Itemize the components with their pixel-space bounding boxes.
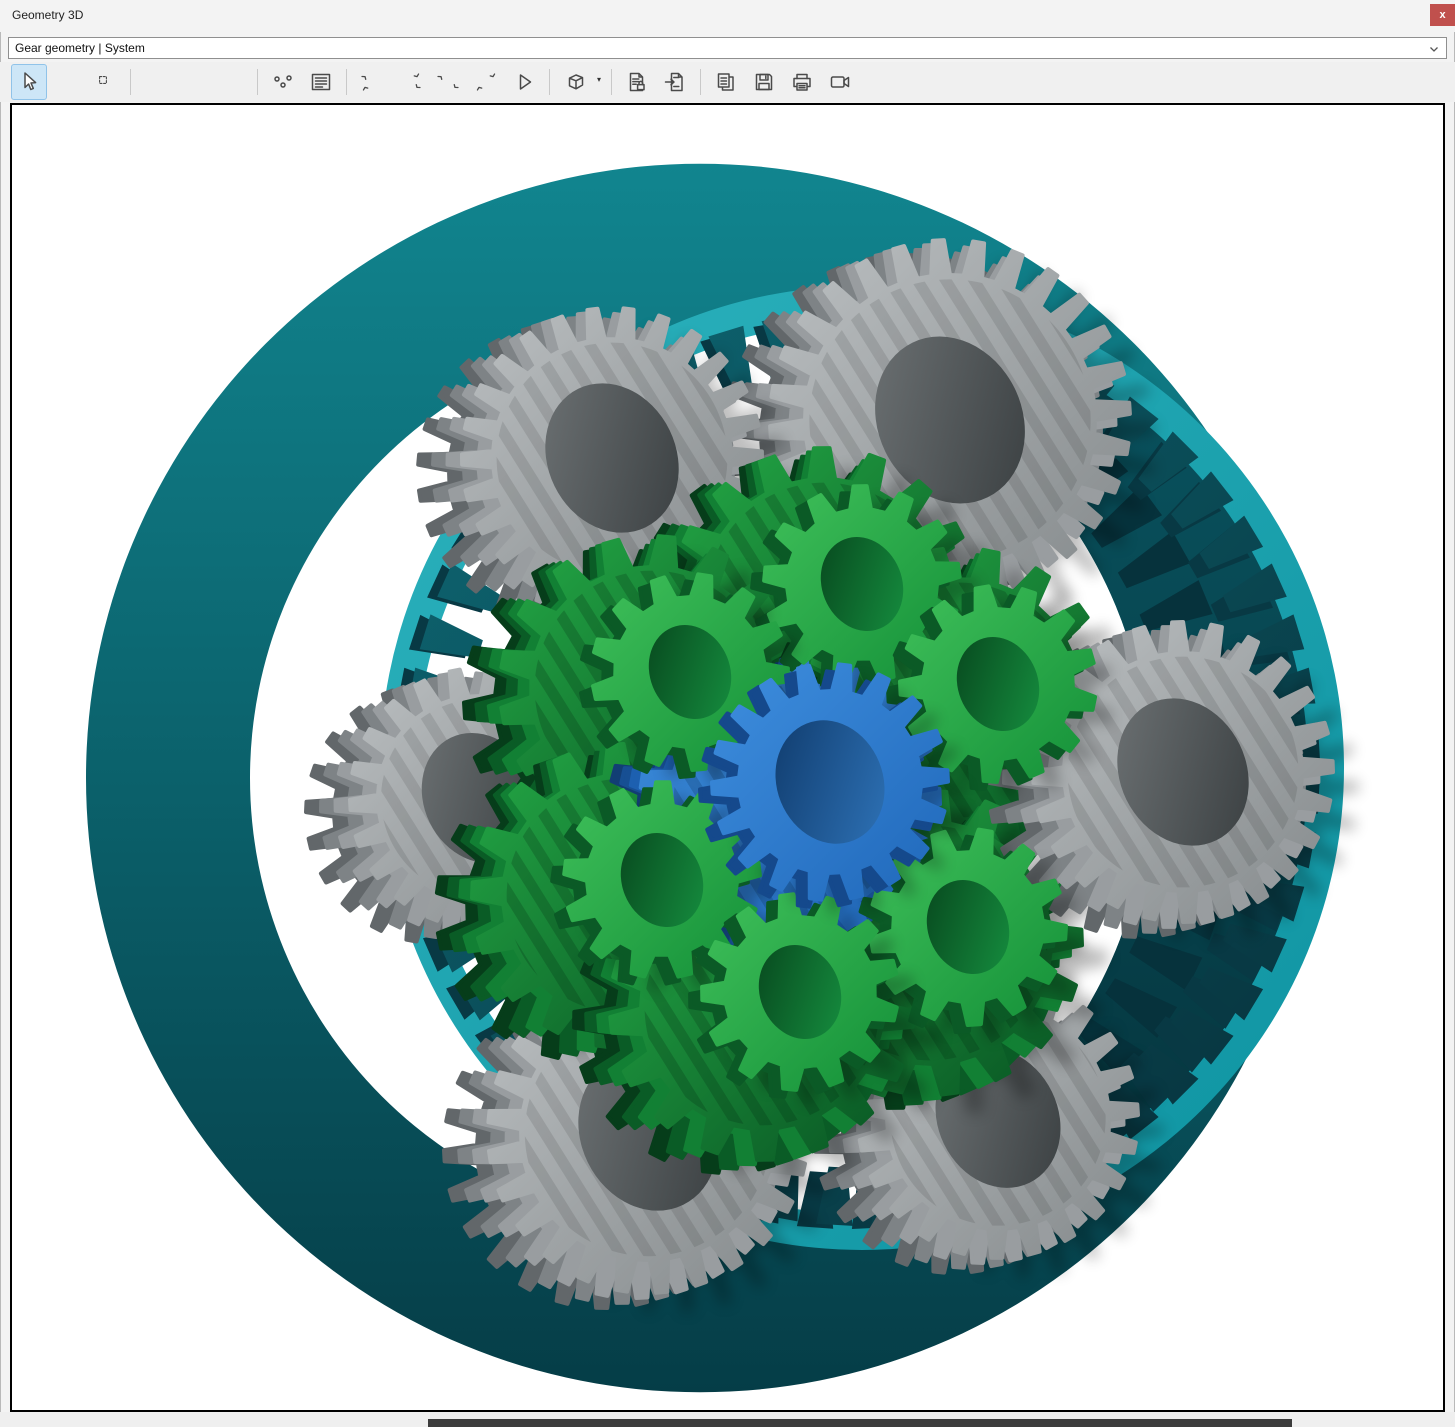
zoom-in-button[interactable]: M15.2 15.2 L21 21 M16 10 a6 6 0 1 1 -12 … <box>138 64 174 100</box>
toolbar-separator <box>611 69 612 95</box>
rotate-up-button[interactable]: M4 6 C8.5 12.5,15.5 12.5,20 6 M4 18 C8.5… <box>430 64 466 100</box>
close-button[interactable]: x <box>1430 4 1455 26</box>
zoom-window-button[interactable]: M15.2 15.2 L21 21 M16 10 a6 6 0 1 1 -12 … <box>87 64 123 100</box>
toolbar-separator <box>700 69 701 95</box>
view-selector[interactable]: Gear geometry | System <box>8 37 1447 59</box>
3d-viewport[interactable] <box>10 103 1445 1412</box>
copy-button[interactable] <box>708 64 744 100</box>
animate-play-button[interactable] <box>506 64 542 100</box>
zoom-fit-button[interactable]: M15.2 15.2 L21 21 M16 10 a6 6 0 1 1 -12 … <box>214 64 250 100</box>
save-button[interactable] <box>746 64 782 100</box>
toolbar-separator <box>549 69 550 95</box>
rotate-left-button[interactable]: M4 6 C8.5 12.5,15.5 12.5,20 6 M4 18 C8.5… <box>354 64 390 100</box>
gear-3d-render <box>12 105 1443 1410</box>
pan-button[interactable]: M12 3 v18 M3 12 h18 M12 3 l-2.4 2.6 M12 … <box>49 64 85 100</box>
view-selector-value: Gear geometry | System <box>15 38 145 58</box>
toolbar: M12 3 v18 M3 12 h18 M12 3 l-2.4 2.6 M12 … <box>0 62 1455 102</box>
print-button[interactable] <box>784 64 820 100</box>
select-cursor-button[interactable] <box>11 64 47 100</box>
render-settings-button[interactable]: M6 4 v16 M12 4 v16 M18 4 v16 <box>265 64 301 100</box>
record-video-button[interactable] <box>822 64 858 100</box>
document-protect-button[interactable] <box>619 64 655 100</box>
toolbar-separator <box>257 69 258 95</box>
report-button[interactable] <box>303 64 339 100</box>
title-bar: Geometry 3D x <box>0 0 1455 32</box>
window-title: Geometry 3D <box>12 0 83 30</box>
view-cube-button[interactable]: ▾ <box>557 64 593 100</box>
toolbar-separator <box>130 69 131 95</box>
rotate-right-button[interactable]: M4 6 C8.5 12.5,15.5 12.5,20 6 M4 18 C8.5… <box>392 64 428 100</box>
rotate-down-button[interactable]: M4 6 C8.5 12.5,15.5 12.5,20 6 M4 18 C8.5… <box>468 64 504 100</box>
view-cube-caret[interactable]: ▾ <box>597 75 601 84</box>
zoom-out-button[interactable]: M15.2 15.2 L21 21 M16 10 a6 6 0 1 1 -12 … <box>176 64 212 100</box>
chevron-down-icon <box>1428 42 1440 60</box>
horizontal-scrollbar[interactable] <box>0 1412 1455 1427</box>
toolbar-separator <box>346 69 347 95</box>
document-open-button[interactable] <box>657 64 693 100</box>
scrollbar-thumb[interactable] <box>428 1419 1292 1427</box>
